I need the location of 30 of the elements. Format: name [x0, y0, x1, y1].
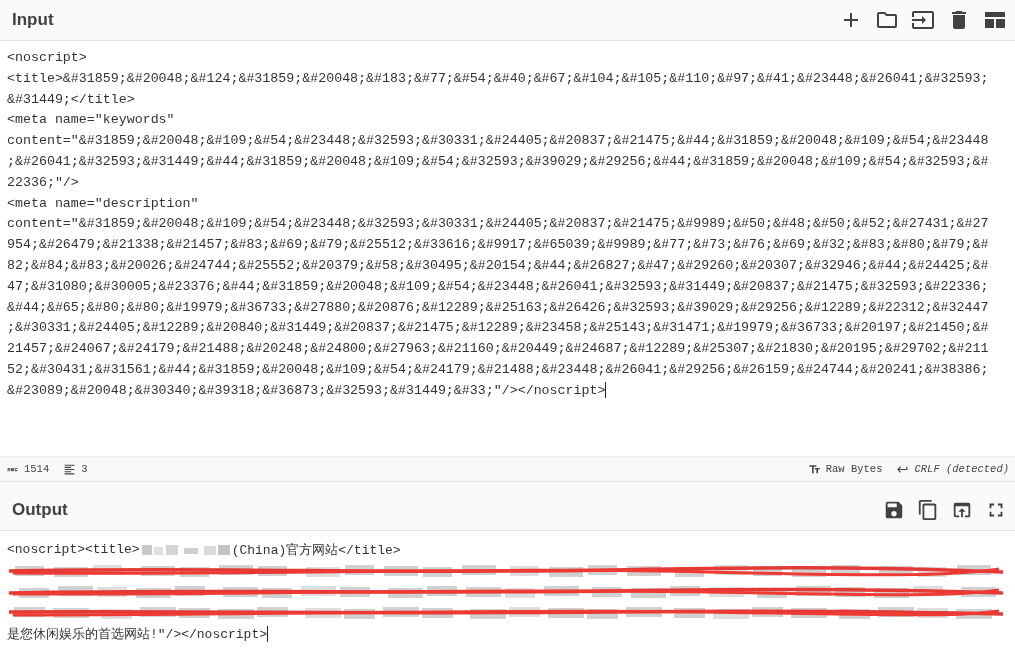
- text-icon: [807, 462, 821, 476]
- eol-label[interactable]: CRLF (detected): [914, 463, 1009, 475]
- output-text: <noscript><title>: [7, 542, 140, 557]
- panel-title: Output: [12, 500, 68, 520]
- text-cursor: [267, 625, 269, 642]
- code-line: <noscript>: [7, 50, 87, 65]
- code-line: &#44;&#65;&#80;&#80;&#19979;&#36733;&#27880;&#20876;&#12289;&#25163;&#26426;&#32593;&#39029;&#29256;&#12289;&#22312;&#32447: [7, 299, 989, 315]
- line-count: 3: [81, 463, 88, 475]
- code-line: <meta name="keywords": [7, 112, 175, 128]
- output-text: (China)官方网站</title>: [231, 541, 401, 559]
- code-line: 47;&#31080;&#30005;&#23376;&#44;&#31859;&#20048;&#109;&#54;&#23448;&#26041;&#32593;&#31449;&#20837;&#21475;&#32593;&#22336;: [7, 278, 989, 294]
- code-line: 52;&#30431;&#31561;&#44;&#31859;&#20048;&#109;&#54;&#24179;&#21488;&#23448;&#26041;&#29256;&#26159;&#24744;&#20241;&#38386;: [7, 361, 989, 377]
- encoding-label[interactable]: Raw Bytes: [825, 463, 883, 475]
- text-cursor: [605, 382, 607, 399]
- code-line: 22336;"/>: [7, 174, 79, 190]
- code-line: 82;&#84;&#83;&#20026;&#24744;&#25552;&#20379;&#58;&#30495;&#20154;&#44;&#26827;&#47;&#29260;&#20307;&#32946;&#44;&#24425;&#: [7, 257, 989, 273]
- length-count: 1514: [24, 463, 50, 475]
- code-line: 21457;&#24067;&#24179;&#21488;&#20248;&#24800;&#27963;&#21160;&#20449;&#24687;&#12289;&#25307;&#21830;&#20195;&#29702;&#211: [7, 341, 989, 357]
- code-line: <title>&#31859;&#20048;&#124;&#31859;&#20048;&#183;&#77;&#54;&#40;&#67;&#104;&#105;&#110;&#97;&#41;&#23448;&#26041;&#32593;: [7, 70, 989, 86]
- output-text: 是您休闲娱乐的首选网站!"/></noscript>: [7, 625, 268, 643]
- code-line: <meta name="description": [7, 195, 199, 211]
- code-line: content="&#31859;&#20048;&#109;&#54;&#23448;&#32593;&#30331;&#24405;&#20837;&#21475;&#9989;&#50;&#48;&#50;&#52;&#27431;&#27: [7, 216, 989, 232]
- lines-icon: [63, 462, 77, 476]
- code-line: 954;&#26479;&#21338;&#21457;&#83;&#69;&#79;&#25512;&#33616;&#9917;&#65039;&#9989;&#77;&#73;&#76;&#69;&#32;&#83;&#80;&#79;&#: [7, 237, 989, 253]
- code-line: content="&#31859;&#20048;&#109;&#54;&#23448;&#32593;&#30331;&#24405;&#20837;&#21475;&#44;&#31859;&#20048;&#109;&#54;&#23448: [7, 133, 989, 149]
- code-line: ;&#26041;&#32593;&#31449;&#44;&#31859;&#20048;&#109;&#54;&#32593;&#39029;&#29256;&#44;&#31859;&#20048;&#109;&#54;&#32593;&#: [7, 154, 989, 169]
- code-line: ;&#30331;&#24405;&#12289;&#20840;&#31449;&#20837;&#21475;&#12289;&#23458;&#25143;&#31471;&#19979;&#36733;&#20197;&#21450;&#: [7, 320, 989, 336]
- panel-title: Input: [12, 10, 54, 30]
- code-line: &#23089;&#20048;&#30340;&#39318;&#36873;&#32593;&#31449;&#33;"/></noscript>: [7, 382, 606, 398]
- code-line: &#31449;</title>: [7, 91, 135, 107]
